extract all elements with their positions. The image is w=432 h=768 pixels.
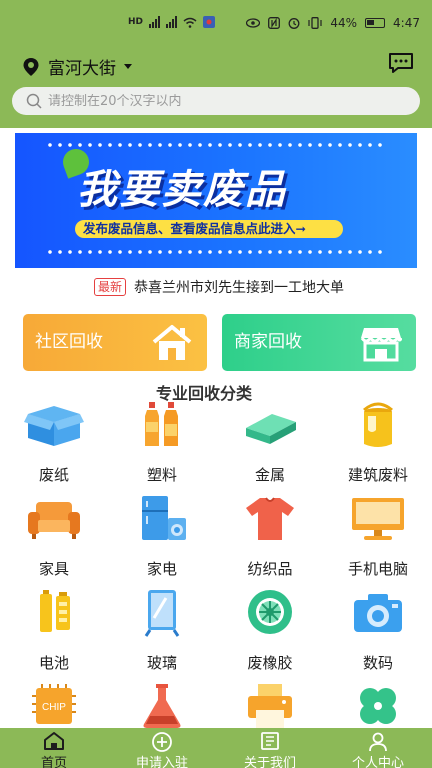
category-chip[interactable]: CHIP xyxy=(0,682,108,728)
nfc-icon xyxy=(268,17,281,29)
merchant-recycle-label: 商家回收 xyxy=(234,332,302,352)
chip-text: CHIP xyxy=(42,702,66,713)
shop-icon xyxy=(360,328,402,362)
category-label: 金属 xyxy=(254,466,285,484)
home-icon xyxy=(44,732,64,750)
chevron-down-icon xyxy=(124,63,132,69)
clover-icon xyxy=(360,688,396,724)
metal-ingot-icon xyxy=(246,414,296,444)
sell-waste-banner[interactable]: 我要卖废品 发布废品信息、查看废品信息点此进入➞ xyxy=(15,133,417,268)
battery-icon xyxy=(365,18,386,28)
status-right: 44% 4:47 xyxy=(246,16,420,30)
location-selector[interactable]: 富河大街 xyxy=(22,54,132,79)
location-pin-icon xyxy=(23,57,39,76)
tab-label: 申请入驻 xyxy=(135,756,188,768)
app-icon xyxy=(203,16,216,28)
search-input[interactable] xyxy=(48,93,408,109)
tire-icon xyxy=(248,590,292,634)
merchant-recycle-card[interactable]: 商家回收 xyxy=(222,314,416,371)
4g-signal-icon xyxy=(149,16,161,28)
tab-label: 个人中心 xyxy=(351,756,404,768)
sofa-icon xyxy=(28,502,80,539)
category-label: 废橡胶 xyxy=(247,654,293,672)
category-chemical[interactable] xyxy=(108,682,216,728)
camera-icon xyxy=(354,594,402,632)
news-badge: 最新 xyxy=(94,278,127,296)
banner-dots-top xyxy=(45,141,385,149)
glass-mirror-icon xyxy=(144,590,180,637)
cardboard-box-icon xyxy=(24,406,84,446)
t-shirt-icon xyxy=(246,497,294,540)
battery-icon xyxy=(40,590,70,632)
community-recycle-card[interactable]: 社区回收 xyxy=(23,314,207,371)
5g-signal-icon xyxy=(166,16,178,28)
category-printer[interactable] xyxy=(216,682,324,728)
category-label: 玻璃 xyxy=(146,654,177,672)
category-label: 家电 xyxy=(146,560,177,578)
appliances-icon xyxy=(142,496,186,540)
category-label: 电池 xyxy=(38,654,69,672)
category-label: 家具 xyxy=(38,560,69,578)
app-header: HD 44% 4:47 富河大街 xyxy=(0,0,432,128)
category-furniture[interactable]: 家具 xyxy=(0,494,108,588)
tab-profile[interactable]: 个人中心 xyxy=(324,728,432,768)
hd-icon: HD xyxy=(128,17,144,27)
community-recycle-label: 社区回收 xyxy=(35,332,103,352)
banner-title: 我要卖废品 xyxy=(77,167,287,213)
category-paper[interactable]: 废纸 xyxy=(0,400,108,494)
category-textiles[interactable]: 纺织品 xyxy=(216,494,324,588)
chip-icon: CHIP xyxy=(32,684,76,724)
banner-dots-bottom xyxy=(45,248,385,256)
category-label: 废纸 xyxy=(38,466,69,484)
user-icon xyxy=(369,732,387,752)
plastic-bottles-icon xyxy=(145,402,178,446)
category-battery[interactable]: 电池 xyxy=(0,588,108,682)
tab-about[interactable]: 关于我们 xyxy=(216,728,324,768)
flask-icon xyxy=(143,684,181,728)
eye-icon xyxy=(246,18,261,28)
category-label: 建筑废料 xyxy=(347,466,408,484)
wifi-icon xyxy=(183,17,197,28)
paint-bucket-icon xyxy=(363,402,393,447)
category-other[interactable] xyxy=(324,682,432,728)
plus-circle-icon xyxy=(152,732,172,752)
tab-label: 关于我们 xyxy=(243,756,296,768)
alarm-icon xyxy=(288,18,300,29)
news-text: 恭喜兰州市刘先生接到一工地大单 xyxy=(134,280,345,296)
message-icon[interactable] xyxy=(388,52,414,74)
category-appliances[interactable]: 家电 xyxy=(108,494,216,588)
tab-apply[interactable]: 申请入驻 xyxy=(108,728,216,768)
category-construction-waste[interactable]: 建筑废料 xyxy=(324,400,432,494)
printer-icon xyxy=(248,684,292,728)
category-phone-computer[interactable]: 手机电脑 xyxy=(324,494,432,588)
status-left: HD xyxy=(128,16,216,28)
battery-percent: 44% xyxy=(330,16,358,30)
vibrate-icon xyxy=(308,17,322,29)
tab-home[interactable]: 首页 xyxy=(0,728,108,768)
category-digital[interactable]: 数码 xyxy=(324,588,432,682)
category-label: 塑料 xyxy=(146,466,177,484)
status-bar: HD 44% 4:47 xyxy=(0,12,432,38)
category-rubber[interactable]: 废橡胶 xyxy=(216,588,324,682)
category-plastic[interactable]: 塑料 xyxy=(108,400,216,494)
status-time: 4:47 xyxy=(393,16,420,30)
category-metal[interactable]: 金属 xyxy=(216,400,324,494)
tab-label: 首页 xyxy=(40,756,67,768)
document-icon xyxy=(261,732,279,750)
category-label: 纺织品 xyxy=(247,560,293,578)
house-icon xyxy=(152,325,192,360)
search-icon xyxy=(26,93,42,109)
computer-icon xyxy=(352,498,404,540)
banner-subtitle: 发布废品信息、查看废品信息点此进入➞ xyxy=(75,220,343,238)
news-ticker[interactable]: 最新 恭喜兰州市刘先生接到一工地大单 xyxy=(94,277,344,297)
category-glass[interactable]: 玻璃 xyxy=(108,588,216,682)
category-label: 数码 xyxy=(362,654,393,672)
search-bar[interactable] xyxy=(12,87,420,115)
bottom-tab-bar: 首页 申请入驻 关于我们 个人中心 xyxy=(0,728,432,768)
location-text: 富河大街 xyxy=(48,59,116,79)
category-label: 手机电脑 xyxy=(347,560,408,578)
